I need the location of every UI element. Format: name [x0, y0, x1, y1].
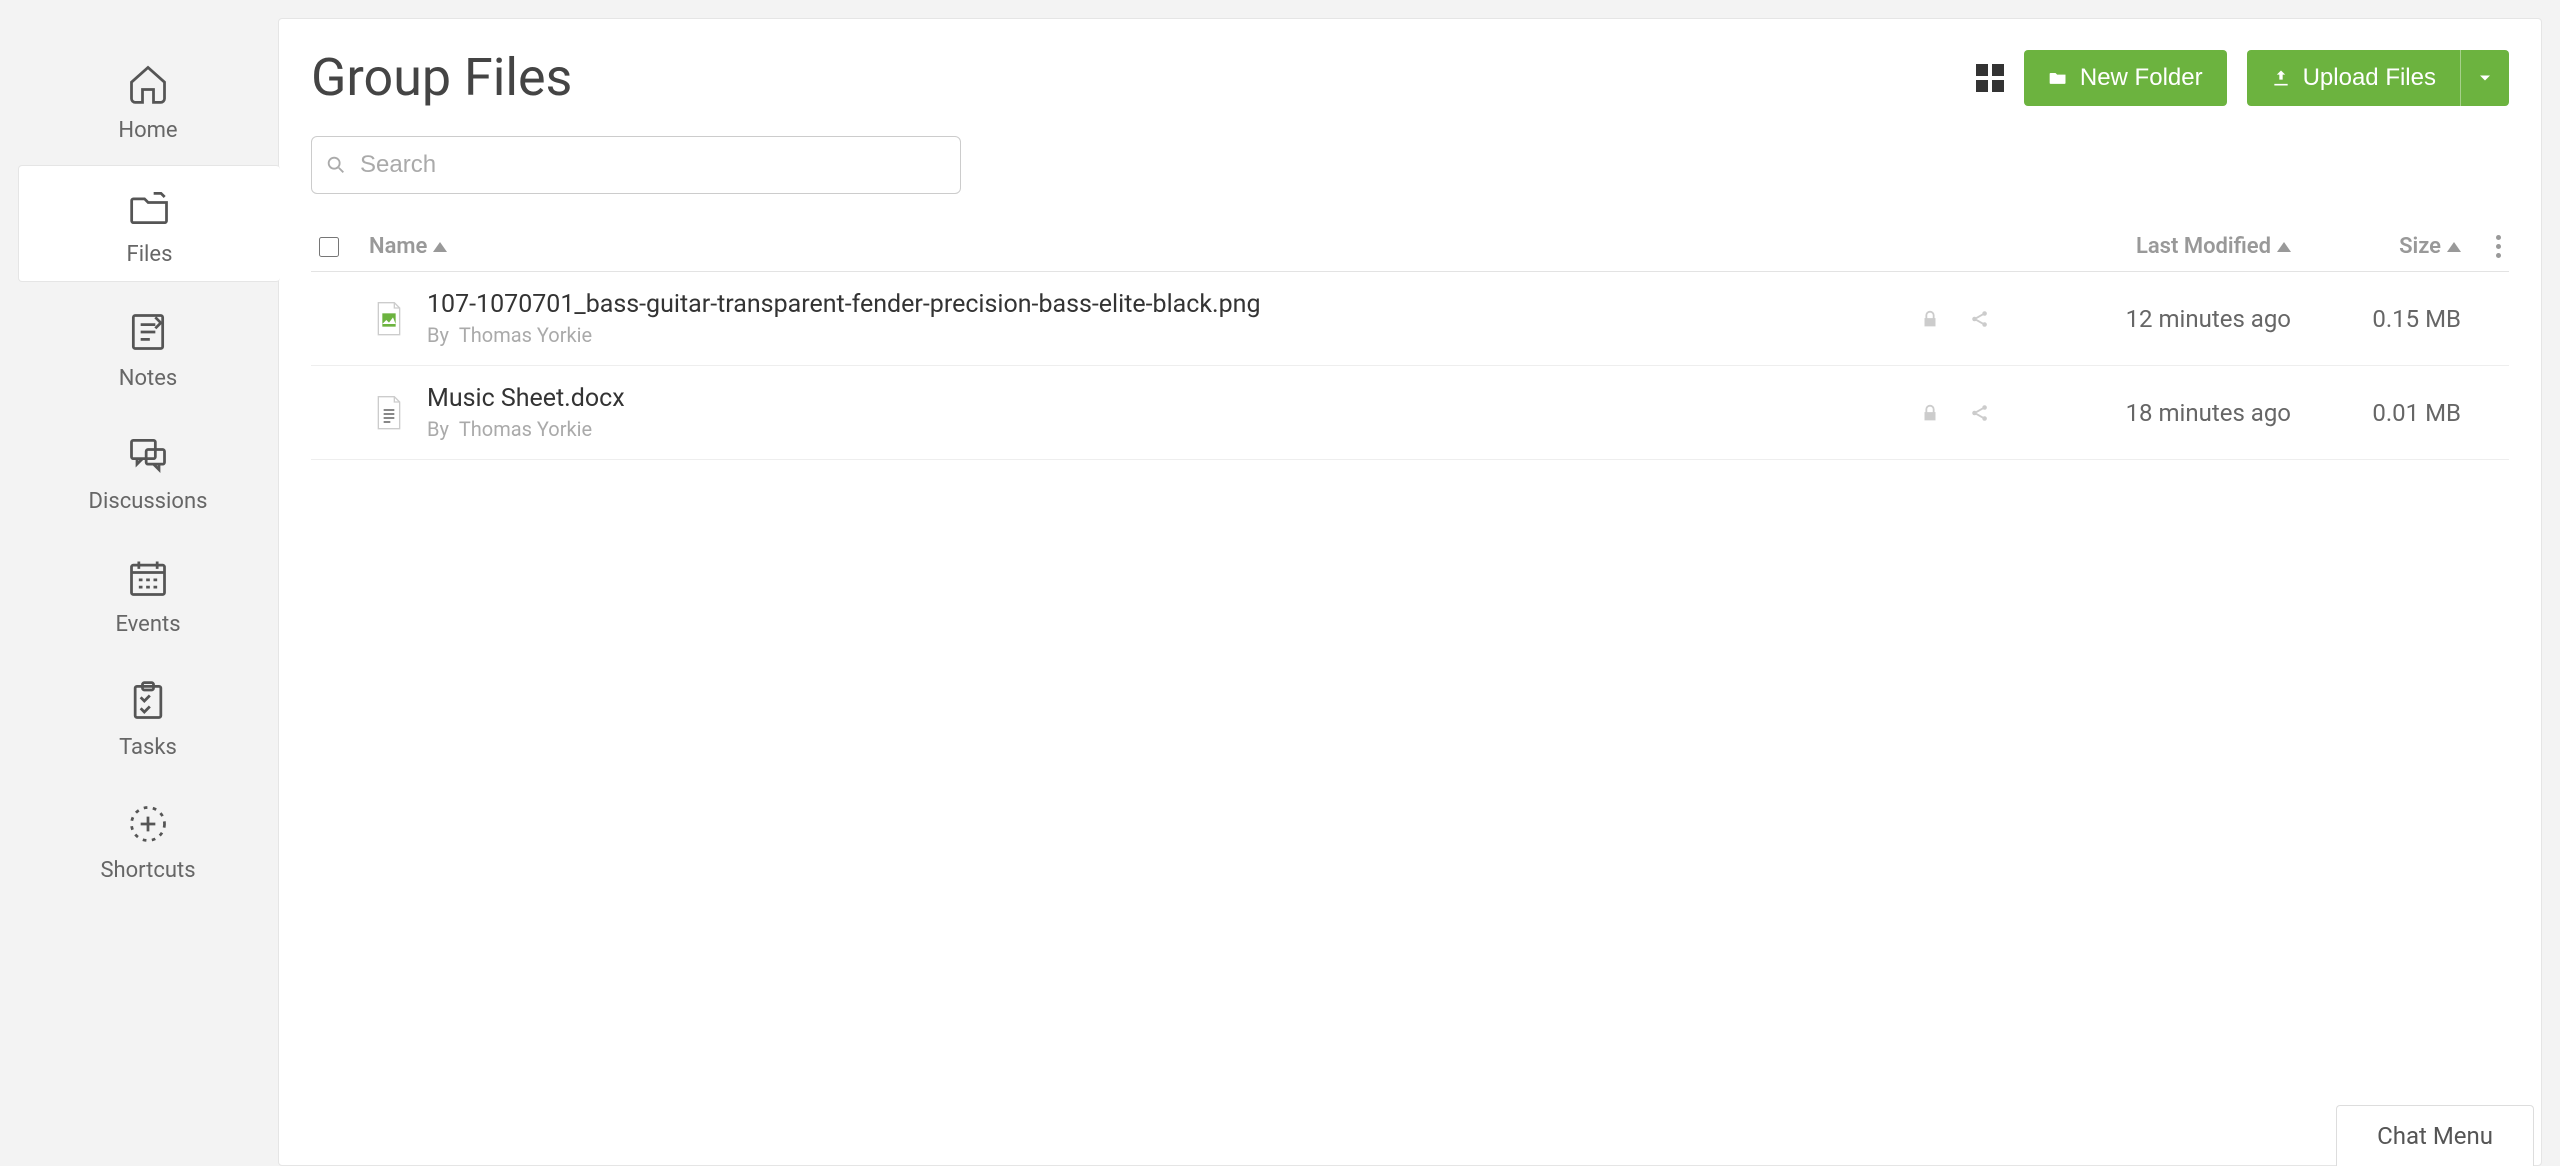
sidebar: Home Files Notes Discussions Events: [18, 18, 278, 1166]
sort-ascending-icon: [2277, 242, 2291, 252]
sidebar-item-events[interactable]: Events: [18, 536, 278, 651]
sidebar-item-notes[interactable]: Notes: [18, 290, 278, 405]
panel-header: Group Files New Folder Upload Files: [311, 47, 2509, 108]
search-input[interactable]: [311, 136, 961, 194]
events-icon: [124, 554, 172, 602]
file-size: 0.01 MB: [2291, 399, 2461, 427]
file-author: By Thomas Yorkie: [427, 323, 1871, 347]
sidebar-item-label: Events: [115, 612, 180, 637]
table-row[interactable]: 107-1070701_bass-guitar-transparent-fend…: [311, 272, 2509, 366]
lock-icon[interactable]: [1919, 402, 1941, 424]
main-panel: Group Files New Folder Upload Files: [278, 18, 2542, 1166]
discussions-icon: [124, 431, 172, 479]
image-file-icon: [373, 300, 405, 338]
file-modified: 18 minutes ago: [1991, 399, 2291, 427]
document-file-icon: [373, 394, 405, 432]
table-header: Name Last Modified Size: [311, 222, 2509, 272]
file-name: Music Sheet.docx: [427, 384, 1871, 413]
tasks-icon: [124, 677, 172, 725]
column-header-size[interactable]: Size: [2291, 234, 2461, 259]
file-name: 107-1070701_bass-guitar-transparent-fend…: [427, 290, 1871, 319]
share-icon[interactable]: [1969, 402, 1991, 424]
sidebar-item-label: Shortcuts: [100, 858, 195, 883]
upload-files-label: Upload Files: [2303, 64, 2436, 92]
caret-down-icon: [2475, 68, 2495, 88]
folder-icon: [2048, 68, 2068, 88]
shortcuts-icon: [124, 800, 172, 848]
sidebar-item-discussions[interactable]: Discussions: [18, 413, 278, 528]
file-modified: 12 minutes ago: [1991, 305, 2291, 333]
header-actions: New Folder Upload Files: [1976, 50, 2509, 106]
home-icon: [124, 60, 172, 108]
table-options-menu[interactable]: [2496, 235, 2501, 258]
share-icon[interactable]: [1969, 308, 1991, 330]
file-size: 0.15 MB: [2291, 305, 2461, 333]
view-toggle-grid[interactable]: [1976, 64, 2004, 92]
sidebar-item-label: Files: [127, 242, 173, 267]
upload-files-button[interactable]: Upload Files: [2247, 50, 2460, 106]
upload-files-group: Upload Files: [2247, 50, 2509, 106]
column-header-last-modified[interactable]: Last Modified: [1991, 234, 2291, 259]
search-wrapper: [311, 136, 961, 194]
select-all-checkbox[interactable]: [319, 237, 339, 257]
files-icon: [126, 184, 174, 232]
sidebar-item-files[interactable]: Files: [18, 165, 280, 282]
sidebar-item-label: Home: [118, 118, 177, 143]
sidebar-item-label: Notes: [119, 366, 177, 391]
column-header-name[interactable]: Name: [369, 234, 1871, 259]
sidebar-item-home[interactable]: Home: [18, 42, 278, 157]
sidebar-item-label: Discussions: [89, 489, 208, 514]
sort-ascending-icon: [2447, 242, 2461, 252]
file-author: By Thomas Yorkie: [427, 417, 1871, 441]
lock-icon[interactable]: [1919, 308, 1941, 330]
chat-menu-button[interactable]: Chat Menu: [2336, 1105, 2534, 1166]
page-title: Group Files: [311, 47, 572, 108]
notes-icon: [124, 308, 172, 356]
new-folder-label: New Folder: [2080, 64, 2203, 92]
new-folder-button[interactable]: New Folder: [2024, 50, 2227, 106]
upload-icon: [2271, 68, 2291, 88]
search-icon: [325, 154, 347, 176]
sidebar-item-tasks[interactable]: Tasks: [18, 659, 278, 774]
sidebar-item-shortcuts[interactable]: Shortcuts: [18, 782, 278, 897]
sort-ascending-icon: [433, 242, 447, 252]
table-row[interactable]: Music Sheet.docx By Thomas Yorkie 18 min…: [311, 366, 2509, 460]
upload-files-dropdown[interactable]: [2460, 50, 2509, 106]
sidebar-item-label: Tasks: [119, 735, 177, 760]
